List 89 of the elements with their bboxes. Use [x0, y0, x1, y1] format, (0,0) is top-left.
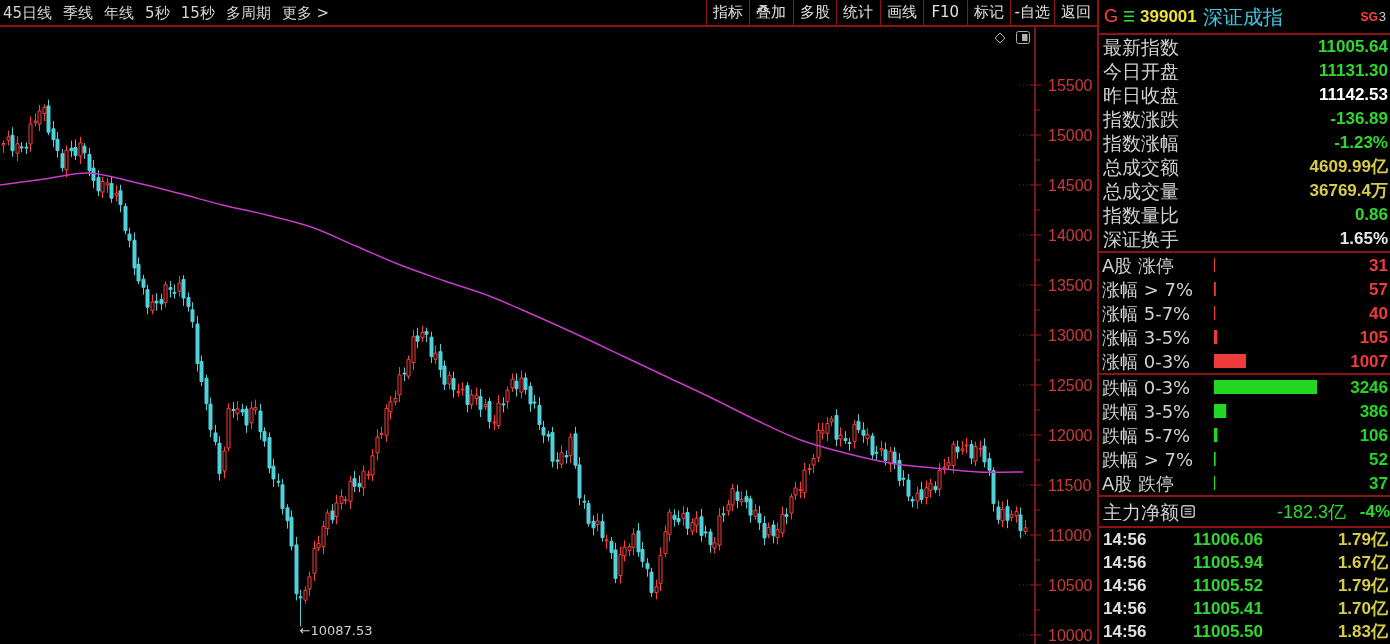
stat-label: 最新指数	[1103, 36, 1179, 58]
stat-label: 指数量比	[1103, 204, 1179, 226]
stat-label: 指数涨幅	[1103, 132, 1179, 154]
stat-label: 指数涨跌	[1103, 108, 1179, 130]
tick-time: 14:56	[1103, 598, 1148, 621]
tick-volume: 1.79亿	[1337, 574, 1388, 597]
list-icon[interactable]	[1181, 505, 1195, 518]
axis-label: 13000	[1048, 327, 1093, 344]
period-tab[interactable]: 5秒	[145, 2, 170, 23]
flow-amount: -182.3亿	[1276, 500, 1346, 523]
breadth-label: 涨幅 > 7%	[1102, 279, 1194, 300]
stat-label: 昨日收盘	[1103, 84, 1179, 106]
period-tab[interactable]: 15秒	[180, 2, 215, 23]
breadth-count: 1007	[1350, 352, 1388, 371]
period-tab[interactable]: 多周期	[225, 2, 271, 23]
breadth-label: 跌幅 3-5%	[1102, 401, 1191, 422]
axis-label: 10500	[1048, 577, 1093, 594]
breadth-label: 涨幅 3-5%	[1102, 327, 1191, 348]
axis-label: 13500	[1048, 277, 1093, 294]
sg-count: 3	[1378, 7, 1386, 26]
stat-value: -1.23%	[1334, 132, 1388, 154]
axis-label: 14500	[1048, 177, 1093, 194]
stat-label: 总成交量	[1103, 180, 1179, 202]
diamond-icon[interactable]	[994, 32, 1006, 44]
breadth-count: 105	[1359, 328, 1388, 347]
breadth-label: A股 跌停	[1102, 473, 1175, 494]
breadth-bar	[1214, 330, 1218, 344]
breadth-count: 37	[1369, 474, 1388, 493]
index-name: 深证成指	[1202, 3, 1283, 31]
axis-label: 12500	[1048, 377, 1093, 394]
panel-icon[interactable]	[1016, 31, 1030, 44]
tick-price: 11005.41	[1193, 598, 1264, 621]
stat-value: -136.89	[1330, 108, 1388, 130]
breadth-count: 40	[1369, 304, 1388, 323]
breadth-count: 386	[1359, 402, 1388, 421]
stat-value: 36769.4万	[1309, 180, 1388, 202]
tick-time: 14:56	[1103, 574, 1148, 597]
axis-label: 10000	[1048, 627, 1093, 644]
tick-price: 11005.94	[1193, 551, 1264, 574]
stat-value: 11142.53	[1318, 84, 1388, 106]
flow-percent: -4%	[1358, 500, 1390, 523]
breadth-label: 跌幅 0-3%	[1102, 377, 1191, 398]
axis-label: 11000	[1048, 527, 1092, 544]
breadth-label: 涨幅 0-3%	[1102, 351, 1191, 372]
period-tab[interactable]: 年线	[104, 2, 135, 23]
low-price-label: ←10087.53	[299, 623, 373, 639]
tick-time: 14:56	[1103, 621, 1148, 644]
market-prefix: G	[1104, 5, 1118, 28]
breadth-count: 106	[1359, 426, 1388, 445]
axis-label: 12000	[1048, 427, 1093, 444]
axis-label: 15500	[1048, 77, 1093, 94]
stat-label: 总成交额	[1103, 156, 1179, 178]
tick-price: 11005.50	[1193, 621, 1264, 644]
axis-label: 14000	[1048, 227, 1093, 244]
tick-volume: 1.67亿	[1337, 551, 1388, 574]
breadth-bar	[1214, 354, 1246, 368]
stat-value: 0.86	[1354, 204, 1388, 226]
flow-label: 主力净额	[1103, 500, 1179, 523]
tick-volume: 1.83亿	[1337, 621, 1388, 644]
stat-value: 11005.64	[1318, 36, 1388, 58]
axis-label: 11500	[1048, 477, 1092, 494]
tick-volume: 1.79亿	[1337, 528, 1388, 551]
stat-label: 深证换手	[1103, 228, 1179, 250]
breadth-bar	[1214, 404, 1227, 418]
index-code: 399001	[1140, 5, 1197, 28]
breadth-bar	[1214, 428, 1218, 442]
breadth-label: 跌幅 > 7%	[1102, 449, 1194, 470]
breadth-label: 跌幅 5-7%	[1102, 425, 1191, 446]
breadth-count: 31	[1369, 256, 1388, 275]
tick-volume: 1.70亿	[1337, 598, 1388, 621]
tick-time: 14:56	[1103, 528, 1148, 551]
tick-price: 11005.52	[1193, 574, 1264, 597]
breadth-count: 57	[1369, 280, 1388, 299]
breadth-label: A股 涨停	[1102, 255, 1175, 276]
stat-value: 1.65%	[1339, 228, 1388, 250]
period-tab[interactable]: 更多 >	[281, 2, 330, 23]
sg-label: SG	[1360, 8, 1378, 26]
menu-icon[interactable]	[1124, 11, 1134, 22]
stat-value: 4609.99亿	[1309, 156, 1388, 178]
stat-value: 11131.30	[1318, 60, 1388, 82]
tick-price: 11006.06	[1193, 528, 1264, 551]
tick-time: 14:56	[1103, 551, 1148, 574]
period-tab[interactable]: 45日线	[3, 2, 53, 23]
axis-label: 15000	[1048, 127, 1093, 144]
stat-label: 今日开盘	[1103, 60, 1179, 82]
breadth-count: 3246	[1350, 378, 1388, 397]
breadth-label: 涨幅 5-7%	[1102, 303, 1191, 324]
breadth-count: 52	[1369, 450, 1388, 469]
period-tab[interactable]: 季线	[63, 2, 94, 23]
